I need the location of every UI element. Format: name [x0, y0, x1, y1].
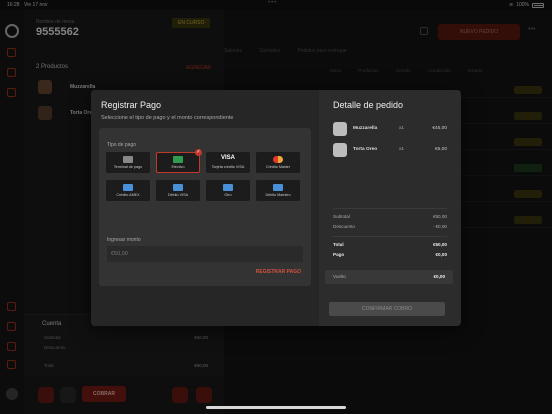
detail-subtotal-label: Subtotal	[333, 214, 350, 219]
detail-item: Muzzarella x1 €45,00	[333, 122, 447, 138]
payment-method-label: Crédito AMEX	[116, 193, 140, 197]
payment-method-tile[interactable]: Efectivo ✓	[156, 149, 202, 173]
pos-terminal-icon	[123, 156, 133, 163]
item-thumbnail	[333, 122, 347, 136]
modal-subtitle: Seleccione el tipo de pago y el monto co…	[101, 115, 234, 121]
payment-method-tile[interactable]: Terminal de pago	[106, 152, 150, 173]
change-value: €0,00	[433, 274, 446, 279]
other-card-icon	[223, 184, 233, 191]
detail-paid: Pago €0,00	[333, 252, 447, 257]
payment-method-label: Otro	[224, 193, 232, 197]
payment-form: Registrar Pago Seleccione el tipo de pag…	[91, 90, 319, 326]
payment-method-label: Débito VISA	[167, 193, 189, 197]
detail-discount-value: - €0,00	[432, 224, 447, 229]
amex-icon	[123, 184, 133, 191]
register-payment-button[interactable]: REGISTRAR PAGO	[256, 269, 301, 275]
change-box: Vuelto €0,00	[325, 270, 453, 284]
payment-method-label: Débito Maestro	[265, 193, 291, 197]
detail-item: Torta Oreo x1 €5,00	[333, 143, 447, 159]
divider	[333, 236, 447, 237]
payment-method-label: Terminal de pago	[113, 165, 143, 169]
detail-total-value: €50,00	[432, 242, 447, 247]
detail-paid-label: Pago	[333, 252, 345, 257]
confirm-charge-button[interactable]: CONFIRMAR COBRO	[329, 302, 445, 316]
detail-total: Total €50,00	[333, 242, 447, 247]
amount-input[interactable]	[107, 246, 303, 262]
payment-method-tile[interactable]: Débito Maestro	[256, 180, 300, 201]
item-qty: x1	[399, 147, 405, 152]
debit-visa-icon	[173, 184, 183, 191]
selected-check-icon: ✓	[195, 149, 202, 156]
register-payment-modal: Registrar Pago Seleccione el tipo de pag…	[91, 90, 461, 326]
payment-method-tile[interactable]: Débito VISA	[156, 180, 200, 201]
detail-discount: Descuento - €0,00	[333, 224, 447, 229]
amount-label: Ingresar monto	[107, 237, 141, 243]
mastercard-icon	[273, 156, 283, 163]
item-name: Muzzarella	[353, 126, 378, 131]
item-price: €5,00	[434, 147, 447, 152]
home-indicator	[206, 406, 346, 409]
detail-subtotal-value: €50,00	[432, 214, 447, 219]
payment-method-tile[interactable]: Crédito AMEX	[106, 180, 150, 201]
divider	[333, 208, 447, 209]
item-name: Torta Oreo	[353, 147, 378, 152]
item-thumbnail	[333, 143, 347, 157]
modal-title: Registrar Pago	[101, 100, 162, 110]
payment-method-tile[interactable]: Otro	[206, 180, 250, 201]
payment-method-label: Tarjeta crédito VISA	[211, 165, 245, 169]
maestro-icon	[273, 184, 283, 191]
item-price: €45,00	[432, 126, 447, 131]
payment-type-label: Tipo de pago	[107, 142, 137, 148]
visa-icon: VISA	[220, 155, 235, 161]
cash-icon	[173, 156, 183, 163]
payment-method-tile[interactable]: VISA Tarjeta crédito VISA	[206, 152, 250, 173]
payment-method-tile[interactable]: Crédito Master	[256, 152, 300, 173]
order-detail: Detalle de pedido Muzzarella x1 €45,00 T…	[319, 90, 461, 326]
detail-title: Detalle de pedido	[333, 100, 404, 110]
detail-discount-label: Descuento	[333, 224, 355, 229]
detail-subtotal: Subtotal €50,00	[333, 214, 447, 219]
detail-total-label: Total	[333, 242, 344, 247]
detail-paid-value: €0,00	[435, 252, 448, 257]
change-label: Vuelto	[333, 274, 346, 279]
payment-method-label: Crédito Master	[265, 165, 291, 169]
item-qty: x1	[399, 126, 405, 131]
payment-box: Tipo de pago Terminal de pago Efectivo ✓ VI…	[99, 128, 311, 286]
payment-method-label: Efectivo	[171, 165, 185, 169]
